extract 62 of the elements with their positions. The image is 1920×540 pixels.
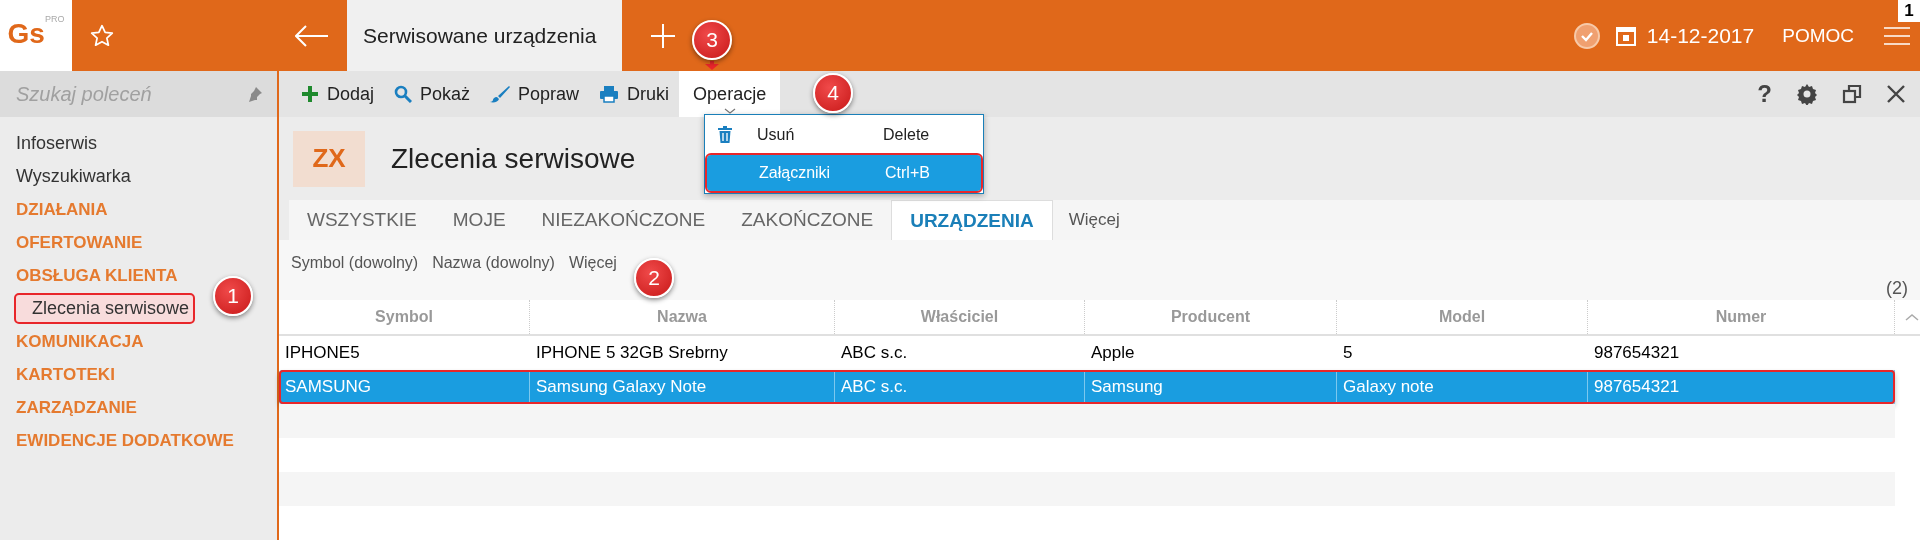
page-title: Zlecenia serwisowe: [391, 142, 636, 175]
tab[interactable]: NIEZAKOŃCZONE: [523, 200, 724, 240]
app-logo[interactable]: Gs$^{PRO}$: [0, 0, 72, 71]
column-header[interactable]: Nazwa: [530, 300, 835, 334]
printer-icon: [599, 85, 620, 103]
brush-icon: [490, 85, 511, 103]
menu-item[interactable]: Usuń Delete: [705, 117, 983, 153]
module-badge: ZX: [293, 130, 365, 187]
filter-link[interactable]: Nazwa (dowolny): [432, 254, 555, 272]
record-count: (2): [1886, 278, 1908, 299]
star-icon[interactable]: [89, 22, 115, 49]
sidebar-item[interactable]: Zlecenia serwisowe: [14, 293, 196, 324]
scroll-up-icon[interactable]: [1905, 313, 1919, 321]
filter-link[interactable]: Symbol (dowolny): [291, 254, 419, 272]
tab[interactable]: MOJE: [434, 200, 524, 240]
window-tab[interactable]: Serwisowane urządzenia: [347, 0, 622, 71]
calendar-icon: [1614, 24, 1637, 47]
help-button[interactable]: ?: [1757, 80, 1772, 108]
table-cell-text: 987654321: [1593, 342, 1681, 364]
search-icon: [394, 85, 413, 103]
toolbar-button[interactable]: Pokaż: [384, 71, 481, 117]
plus-icon: [301, 85, 319, 103]
table-cell-text: IPHONE 5 32GB Srebrny: [535, 342, 729, 364]
table-cell-text: 5: [1342, 342, 1354, 364]
sidebar-item[interactable]: Wyszukiwarka: [0, 160, 147, 193]
table-cell-text: Apple: [1090, 342, 1136, 364]
toolbar-button[interactable]: Druki: [589, 71, 680, 117]
operations-menu-button[interactable]: Operacje: [679, 71, 781, 117]
help-link[interactable]: POMOC: [1782, 24, 1854, 47]
tab[interactable]: URZĄDZENIA: [891, 200, 1053, 240]
close-icon[interactable]: [1886, 84, 1906, 104]
date-label: 14-12-2017: [1646, 23, 1755, 48]
check-circle-icon[interactable]: [1572, 21, 1601, 50]
sidebar-item[interactable]: Infoserwis: [0, 127, 114, 160]
chevron-down-icon: [723, 108, 736, 114]
menu-icon[interactable]: [1882, 24, 1912, 47]
table-row[interactable]: SAMSUNG Samsung Galaxy Note ABC s.c. Samsung Galaxy note 987654321: [279, 370, 1895, 404]
tab[interactable]: ZAKOŃCZONE: [723, 200, 892, 240]
column-header[interactable]: Numer: [1588, 300, 1895, 334]
trash-icon: [717, 126, 733, 144]
search-field[interactable]: Szukaj poleceń: [14, 81, 247, 107]
corner-badge: 1: [1898, 0, 1920, 22]
column-header[interactable]: Model: [1337, 300, 1588, 334]
plus-icon[interactable]: [650, 22, 676, 49]
column-header[interactable]: Właściciel: [835, 300, 1085, 334]
restore-window-icon[interactable]: [1842, 84, 1862, 104]
menu-item[interactable]: Załączniki Ctrl+B: [707, 155, 981, 191]
table-cell-text: ABC s.c.: [840, 342, 909, 364]
table-row[interactable]: IPHONE5 IPHONE 5 32GB Srebrny ABC s.c. Apple 5 987654321: [279, 336, 1920, 370]
more-tabs-link[interactable]: Więcej: [1052, 200, 1920, 240]
column-header[interactable]: Symbol: [279, 300, 530, 334]
column-header[interactable]: Producent: [1085, 300, 1337, 334]
pin-icon[interactable]: [247, 86, 263, 102]
back-arrow-icon[interactable]: [295, 24, 329, 47]
table-cell-text: IPHONE5: [284, 342, 361, 364]
toolbar-button[interactable]: Dodaj: [291, 71, 385, 117]
settings-icon[interactable]: [1796, 83, 1818, 105]
annotation-arrow: [705, 61, 719, 70]
toolbar-button[interactable]: Popraw: [480, 71, 590, 117]
tab[interactable]: WSZYSTKIE: [289, 200, 435, 240]
search-bar[interactable]: Szukaj poleceń: [0, 71, 277, 117]
filter-link[interactable]: Więcej: [568, 254, 617, 272]
